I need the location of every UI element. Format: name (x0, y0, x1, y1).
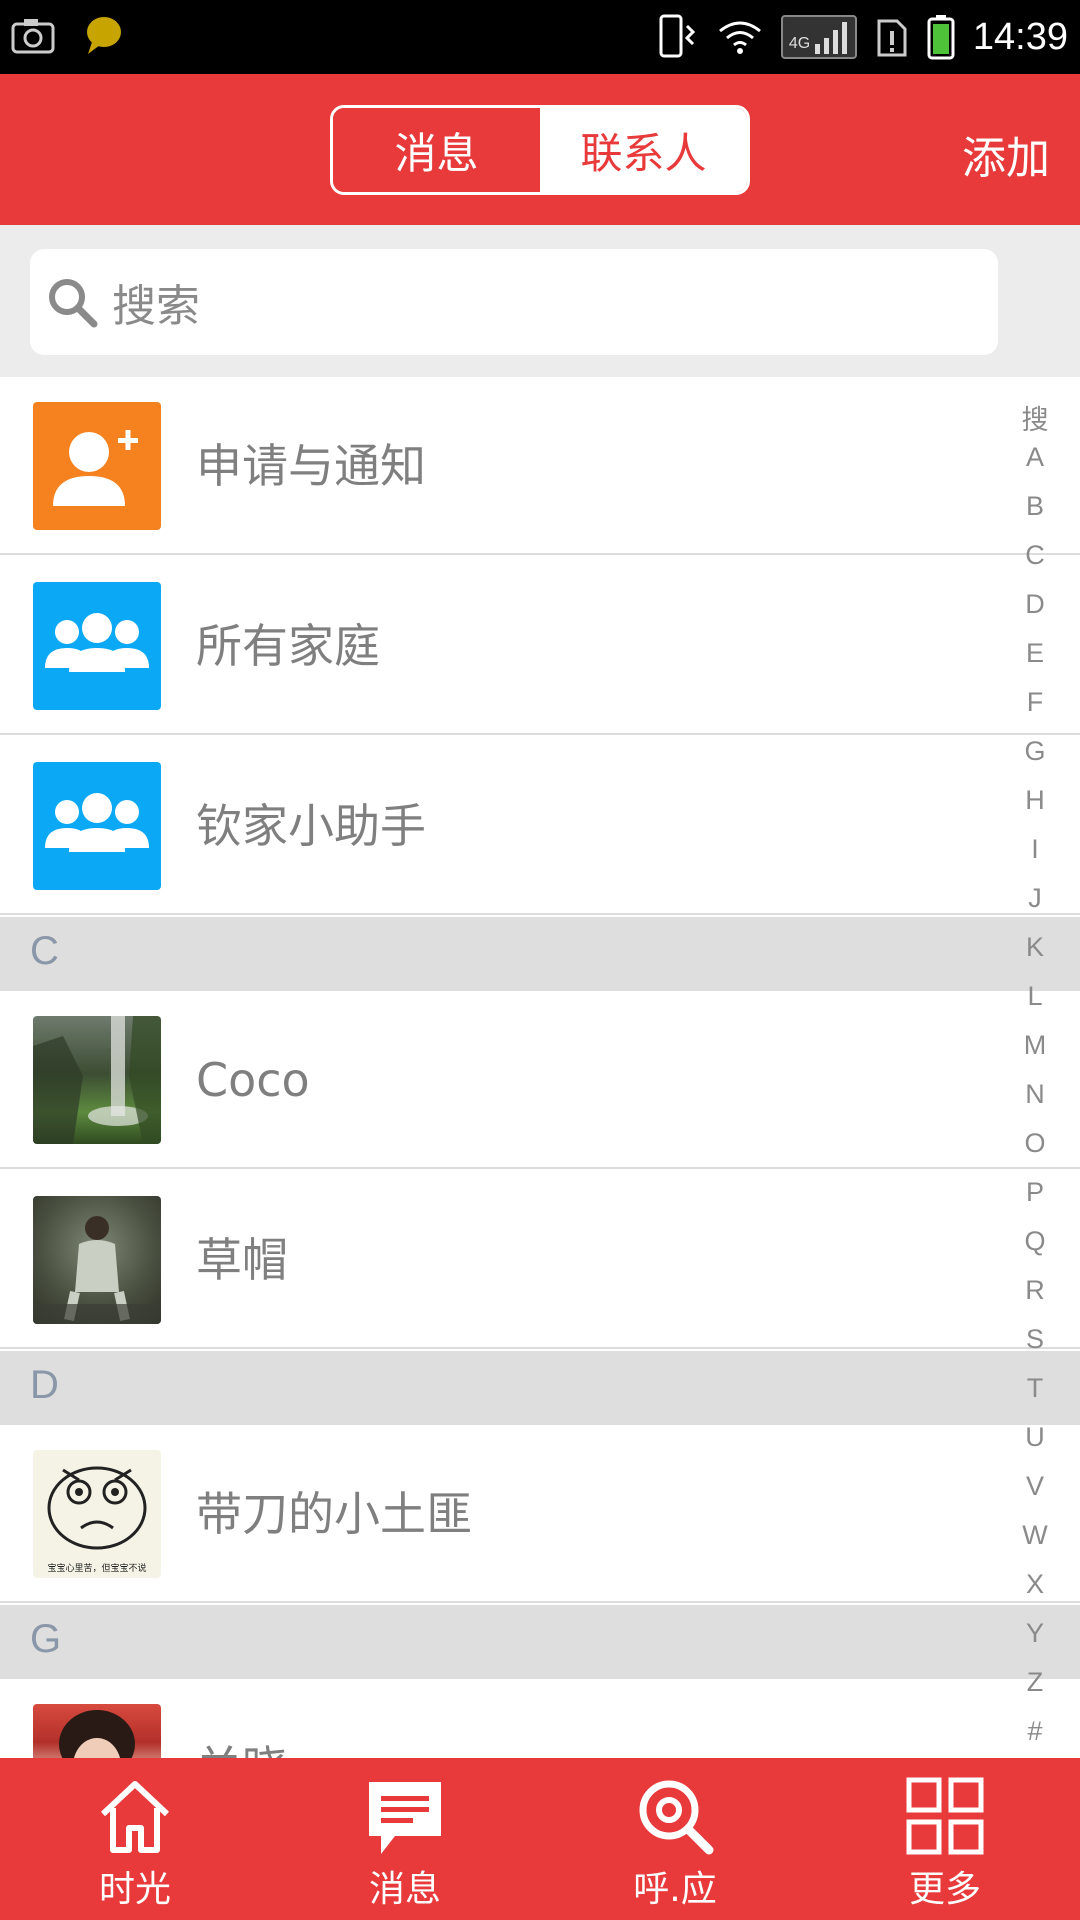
index-letter[interactable]: Q (990, 1226, 1080, 1257)
index-letter[interactable]: Y (990, 1618, 1080, 1649)
nav-label: 呼.应 (633, 1869, 717, 1910)
alphabet-index-bar[interactable]: 搜 A B C D E F G H I J K L M N O P Q R S … (990, 393, 1080, 1755)
nav-time[interactable]: 时光 (0, 1758, 270, 1920)
index-letter[interactable]: X (990, 1569, 1080, 1600)
section-header-c: C (0, 917, 1080, 991)
section-header-d: D (0, 1351, 1080, 1425)
index-letter[interactable]: A (990, 442, 1080, 473)
search-bar-container: 搜索 (0, 225, 1080, 377)
contact-name: Coco (196, 1053, 310, 1107)
contact-row[interactable]: 关晓 (0, 1679, 1080, 1758)
index-letter[interactable]: R (990, 1275, 1080, 1306)
nav-label: 更多 (908, 1869, 981, 1910)
index-letter[interactable]: V (990, 1471, 1080, 1502)
avatar (33, 1196, 161, 1324)
index-letter[interactable]: E (990, 638, 1080, 669)
sim-alert-icon (877, 19, 907, 57)
index-letter[interactable]: O (990, 1128, 1080, 1159)
tab-messages[interactable]: 消息 (333, 108, 540, 192)
index-letter[interactable]: # (990, 1716, 1080, 1747)
list-item-label: 钦家小助手 (196, 799, 426, 853)
index-letter[interactable]: H (990, 785, 1080, 816)
group-icon (33, 762, 161, 890)
avatar: 宝宝心里苦，但宝宝不说 (33, 1450, 161, 1578)
avatar (33, 1704, 161, 1758)
index-letter[interactable]: F (990, 687, 1080, 718)
contact-name: 关晓 (196, 1679, 288, 1758)
camera-icon (11, 19, 55, 54)
tab-contacts[interactable]: 联系人 (540, 108, 747, 192)
index-letter[interactable]: N (990, 1079, 1080, 1110)
index-letter[interactable]: W (990, 1520, 1080, 1551)
index-letter[interactable]: K (990, 932, 1080, 963)
search-input[interactable]: 搜索 (30, 249, 998, 355)
index-letter[interactable]: G (990, 736, 1080, 767)
nav-messages[interactable]: 消息 (270, 1758, 540, 1920)
contact-name: 草帽 (196, 1233, 288, 1287)
section-letter: C (30, 929, 59, 973)
nav-more[interactable]: 更多 (810, 1758, 1080, 1920)
list-item-label: 申请与通知 (196, 439, 426, 493)
search-circle-icon (639, 1780, 714, 1855)
list-item-assistant[interactable]: 钦家小助手 (0, 737, 1080, 915)
index-letter[interactable]: 搜 (990, 398, 1080, 437)
index-letter[interactable]: J (990, 883, 1080, 914)
index-letter[interactable]: S (990, 1324, 1080, 1355)
group-icon (33, 582, 161, 710)
index-letter[interactable]: L (990, 981, 1080, 1012)
section-letter: G (30, 1617, 62, 1661)
index-letter[interactable]: D (990, 589, 1080, 620)
index-letter[interactable]: T (990, 1373, 1080, 1404)
contact-list[interactable]: 申请与通知 所有家庭 钦家小助手 C Coco 草帽 D 宝宝心里苦，但宝宝不说… (0, 377, 1080, 1758)
nav-label: 消息 (368, 1869, 441, 1910)
index-letter[interactable]: Z (990, 1667, 1080, 1698)
index-letter[interactable]: B (990, 491, 1080, 522)
battery-icon (927, 15, 955, 60)
contact-row[interactable]: 草帽 (0, 1171, 1080, 1349)
index-letter[interactable]: M (990, 1030, 1080, 1061)
search-icon (49, 279, 98, 328)
status-bar: 4G 14:39 (0, 0, 1080, 74)
avatar-caption: 宝宝心里苦，但宝宝不说 (47, 1564, 147, 1574)
wifi-icon (718, 21, 761, 54)
grid-icon (906, 1777, 984, 1855)
list-item-all-families[interactable]: 所有家庭 (0, 557, 1080, 735)
vibrate-phone-icon (659, 14, 696, 58)
segmented-tabs: 消息 联系人 (330, 105, 750, 195)
index-letter[interactable]: P (990, 1177, 1080, 1208)
contact-name: 带刀的小土匪 (196, 1487, 472, 1541)
home-icon (100, 1781, 170, 1853)
list-item-notifications[interactable]: 申请与通知 (0, 377, 1080, 555)
clock: 14:39 (972, 15, 1068, 58)
section-letter: D (30, 1363, 59, 1407)
list-item-label: 所有家庭 (196, 619, 380, 673)
network-type: 4G (788, 35, 811, 52)
avatar (33, 1016, 161, 1144)
section-header-g: G (0, 1605, 1080, 1679)
status-right: 4G 14:39 (657, 10, 1068, 64)
signal-icon: 4G (780, 15, 857, 59)
bottom-navigation: 时光 消息 呼.应 更多 (0, 1758, 1080, 1920)
nav-response[interactable]: 呼.应 (540, 1758, 810, 1920)
add-button[interactable]: 添加 (962, 122, 1050, 186)
top-app-bar: 消息 联系人 添加 (0, 74, 1080, 225)
index-letter[interactable]: C (990, 540, 1080, 571)
message-icon (369, 1782, 441, 1854)
add-user-icon (33, 402, 161, 530)
nav-label: 时光 (98, 1869, 171, 1910)
search-placeholder: 搜索 (112, 281, 200, 332)
contact-row[interactable]: Coco (0, 991, 1080, 1169)
chat-bubble-icon (87, 17, 121, 54)
index-letter[interactable]: I (990, 834, 1080, 865)
contact-row[interactable]: 宝宝心里苦，但宝宝不说 带刀的小土匪 (0, 1425, 1080, 1603)
index-letter[interactable]: U (990, 1422, 1080, 1453)
status-left (10, 14, 124, 58)
